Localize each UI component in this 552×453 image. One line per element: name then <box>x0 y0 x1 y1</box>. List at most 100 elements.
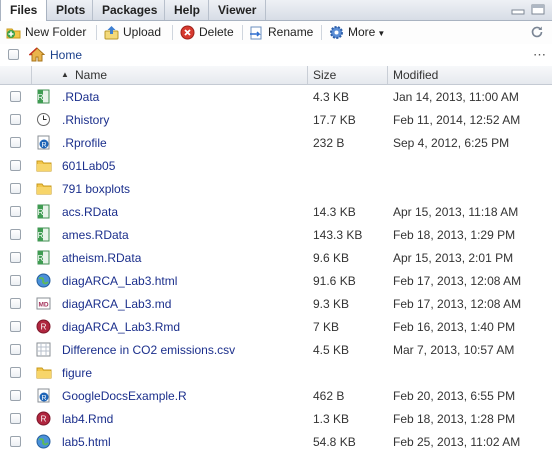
column-header-size[interactable]: Size <box>313 68 336 82</box>
row-checkbox[interactable] <box>10 206 21 217</box>
row-checkbox[interactable] <box>10 321 21 332</box>
file-name-link[interactable]: GoogleDocsExample.R <box>62 389 187 403</box>
file-row[interactable]: Difference in CO2 emissions.csv 4.5 KB Mar… <box>0 338 552 361</box>
file-name-link[interactable]: 791 boxplots <box>62 182 130 196</box>
file-name-link[interactable]: Difference in CO2 emissions.csv <box>62 343 235 357</box>
tab-files[interactable]: Files <box>0 0 47 21</box>
minimize-pane-icon[interactable] <box>511 4 525 15</box>
file-size: 462 B <box>313 389 345 403</box>
file-name-link[interactable]: .Rhistory <box>62 113 109 127</box>
file-row[interactable]: R .RData 4.3 KB Jan 14, 2013, 11:00 AM <box>0 85 552 108</box>
select-all-checkbox[interactable] <box>8 49 19 60</box>
file-name-link[interactable]: atheism.RData <box>62 251 141 265</box>
row-checkbox[interactable] <box>10 367 21 378</box>
row-checkbox[interactable] <box>10 413 21 424</box>
html-icon <box>36 273 51 288</box>
row-checkbox[interactable] <box>10 275 21 286</box>
file-modified: Feb 18, 2013, 1:29 PM <box>393 228 516 242</box>
rmd-icon: R <box>36 411 51 426</box>
row-checkbox[interactable] <box>10 114 21 125</box>
home-icon[interactable] <box>29 47 45 62</box>
pane-tab-bar: Files Plots Packages Help Viewer <box>0 0 552 21</box>
tab-viewer[interactable]: Viewer <box>209 0 266 20</box>
row-checkbox[interactable] <box>10 436 21 447</box>
file-modified: Feb 11, 2014, 12:52 AM <box>393 113 521 127</box>
file-name-link[interactable]: diagARCA_Lab3.md <box>62 297 171 311</box>
svg-text:R: R <box>38 231 44 240</box>
file-row[interactable]: 601Lab05 <box>0 154 552 177</box>
file-name-link[interactable]: 601Lab05 <box>62 159 115 173</box>
row-checkbox[interactable] <box>10 229 21 240</box>
toolbar-separator <box>96 25 97 40</box>
rmd-icon: R <box>36 319 51 334</box>
file-row[interactable]: figure <box>0 361 552 384</box>
file-name-link[interactable]: ames.RData <box>62 228 129 242</box>
row-checkbox[interactable] <box>10 183 21 194</box>
more-options-icon[interactable]: ⋯ <box>533 47 547 63</box>
svg-text:R: R <box>38 208 44 217</box>
file-list-header: ▲ Name Size Modified <box>0 66 552 85</box>
breadcrumb-home-link[interactable]: Home <box>50 48 82 62</box>
file-row[interactable]: 791 boxplots <box>0 177 552 200</box>
file-list: R .RData 4.3 KB Jan 14, 2013, 11:00 AM .Rhis… <box>0 85 552 453</box>
file-row[interactable]: diagARCA_Lab3.html 91.6 KB Feb 17, 2013, 1… <box>0 269 552 292</box>
file-name-link[interactable]: .Rprofile <box>62 136 107 150</box>
file-row[interactable]: lab5.html 54.8 KB Feb 25, 2013, 11:02 AM <box>0 430 552 453</box>
rename-icon <box>249 25 264 40</box>
delete-button[interactable]: Delete <box>180 24 234 41</box>
file-row[interactable]: Racs.RData 14.3 KB Apr 15, 2013, 11:18 AM <box>0 200 552 223</box>
new-folder-button[interactable]: New Folder <box>6 24 86 41</box>
file-row[interactable]: MD diagARCA_Lab3.md 9.3 KB Feb 17, 2013, 12… <box>0 292 552 315</box>
rename-button[interactable]: Rename <box>249 24 313 41</box>
row-checkbox[interactable] <box>10 160 21 171</box>
row-checkbox[interactable] <box>10 252 21 263</box>
md-icon: MD <box>36 296 51 311</box>
file-name-link[interactable]: acs.RData <box>62 205 118 219</box>
file-row[interactable]: R .Rprofile 232 B Sep 4, 2012, 6:25 PM <box>0 131 552 154</box>
row-checkbox[interactable] <box>10 298 21 309</box>
file-modified: Feb 17, 2013, 12:08 AM <box>393 274 522 288</box>
delete-icon <box>180 25 195 40</box>
upload-label: Upload <box>123 25 162 39</box>
file-modified: Jan 14, 2013, 11:00 AM <box>393 90 519 104</box>
file-size: 143.3 KB <box>313 228 363 242</box>
row-checkbox[interactable] <box>10 91 21 102</box>
toolbar-separator <box>242 25 243 40</box>
file-row[interactable]: R GoogleDocsExample.R 462 B Feb 20, 2013, 6… <box>0 384 552 407</box>
file-modified: Mar 7, 2013, 10:57 AM <box>393 343 515 357</box>
row-checkbox[interactable] <box>10 344 21 355</box>
file-row[interactable]: .Rhistory 17.7 KB Feb 11, 2014, 12:52 AM <box>0 108 552 131</box>
file-size: 17.7 KB <box>313 113 356 127</box>
file-size: 1.3 KB <box>313 412 350 426</box>
file-row[interactable]: Ratheism.RData 9.6 KB Apr 15, 2013, 2:01 P… <box>0 246 552 269</box>
column-divider <box>387 66 388 84</box>
maximize-pane-icon[interactable] <box>531 4 545 15</box>
column-header-name[interactable]: Name <box>75 68 107 82</box>
file-name-link[interactable]: figure <box>62 366 92 380</box>
tab-plots[interactable]: Plots <box>47 0 93 20</box>
file-name-link[interactable]: lab5.html <box>62 435 111 449</box>
sort-ascending-icon: ▲ <box>61 70 69 79</box>
gear-icon <box>329 25 344 40</box>
row-checkbox[interactable] <box>10 137 21 148</box>
upload-button[interactable]: Upload <box>104 24 161 41</box>
file-name-link[interactable]: lab4.Rmd <box>62 412 113 426</box>
folder-icon <box>36 365 52 380</box>
rdata-icon: R <box>36 227 51 242</box>
svg-text:R: R <box>41 395 46 402</box>
file-size: 9.6 KB <box>313 251 350 265</box>
file-name-link[interactable]: .RData <box>62 90 99 104</box>
file-row[interactable]: RdiagARCA_Lab3.Rmd 7 KB Feb 16, 2013, 1:40… <box>0 315 552 338</box>
tab-help[interactable]: Help <box>165 0 209 20</box>
file-name-link[interactable]: diagARCA_Lab3.Rmd <box>62 320 180 334</box>
file-row[interactable]: Rlab4.Rmd 1.3 KB Feb 18, 2013, 1:28 PM <box>0 407 552 430</box>
refresh-icon[interactable] <box>530 25 544 39</box>
row-checkbox[interactable] <box>10 390 21 401</box>
column-header-modified[interactable]: Modified <box>393 68 438 82</box>
more-button[interactable]: More ▼ <box>329 24 385 41</box>
csv-icon <box>36 342 51 357</box>
file-row[interactable]: Rames.RData 143.3 KB Feb 18, 2013, 1:29 PM <box>0 223 552 246</box>
file-name-link[interactable]: diagARCA_Lab3.html <box>62 274 177 288</box>
rename-label: Rename <box>268 25 314 39</box>
tab-packages[interactable]: Packages <box>93 0 165 20</box>
